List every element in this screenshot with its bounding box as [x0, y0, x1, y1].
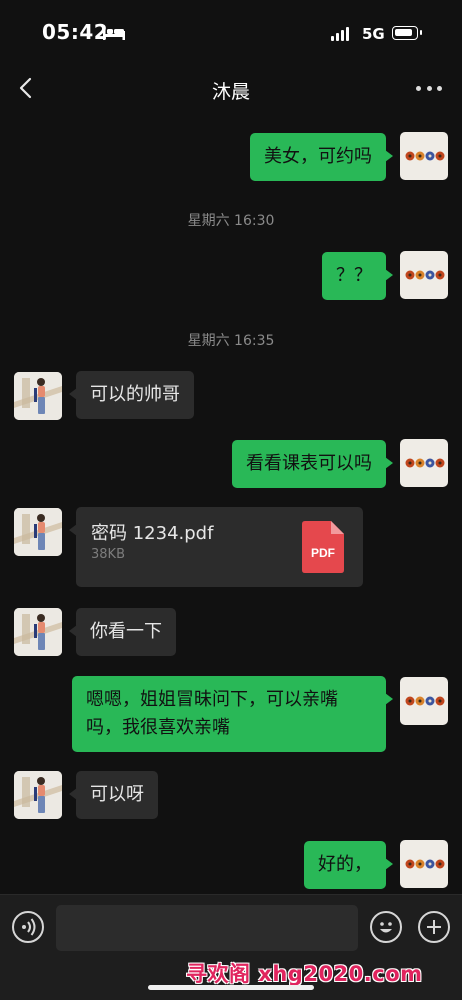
- status-bar: 05:42 5G: [0, 0, 462, 62]
- my-avatar[interactable]: [400, 251, 448, 299]
- contact-avatar[interactable]: [14, 372, 62, 420]
- contact-message[interactable]: 可以呀: [69, 771, 158, 819]
- my-avatar[interactable]: [400, 439, 448, 487]
- my-message[interactable]: 看看课表可以吗: [232, 440, 393, 488]
- network-type: 5G: [362, 25, 385, 43]
- my-message[interactable]: 好的，: [304, 841, 393, 889]
- contact-avatar[interactable]: [14, 608, 62, 656]
- my-avatar[interactable]: [400, 132, 448, 180]
- contact-message[interactable]: 可以的帅哥: [69, 371, 194, 419]
- timestamp: 星期六 16:30: [187, 213, 275, 229]
- file-message[interactable]: 密码 1234.pdf 38KB PDF: [69, 507, 363, 587]
- my-avatar[interactable]: [400, 677, 448, 725]
- pdf-badge: PDF: [311, 546, 335, 560]
- pdf-icon: PDF: [302, 521, 344, 573]
- my-message[interactable]: ？？: [322, 252, 393, 300]
- watermark: 寻欢阁 xhg2020.com: [186, 962, 423, 986]
- sleep-mode-icon: [103, 26, 125, 40]
- contact-avatar[interactable]: [14, 508, 62, 556]
- status-time: 05:42: [42, 20, 109, 44]
- contact-message[interactable]: 你看一下: [69, 608, 176, 656]
- battery-icon: [392, 26, 422, 40]
- my-avatar[interactable]: [400, 840, 448, 888]
- contact-name[interactable]: 沐晨: [0, 77, 462, 104]
- chat-header: 沐晨: [0, 62, 462, 114]
- more-icon[interactable]: [416, 76, 442, 100]
- file-name: 密码 1234.pdf: [91, 523, 214, 544]
- my-message[interactable]: 美女，可约吗: [250, 133, 393, 181]
- signal-icon: [331, 27, 349, 41]
- my-message[interactable]: 嗯嗯，姐姐冒昧问下，可以亲嘴吗，我很喜欢亲嘴: [72, 676, 393, 752]
- voice-icon[interactable]: [12, 911, 44, 943]
- file-size: 38KB: [91, 547, 125, 562]
- emoji-icon[interactable]: [370, 911, 402, 943]
- contact-avatar[interactable]: [14, 771, 62, 819]
- chat-area[interactable]: 美女，可约吗 星期六 16:30 ？？ 星期六 16:35 可以的帅哥 看看课表…: [0, 114, 462, 894]
- timestamp: 星期六 16:35: [187, 333, 275, 349]
- plus-icon[interactable]: [418, 911, 450, 943]
- home-indicator[interactable]: [148, 985, 314, 990]
- message-input[interactable]: [56, 905, 358, 951]
